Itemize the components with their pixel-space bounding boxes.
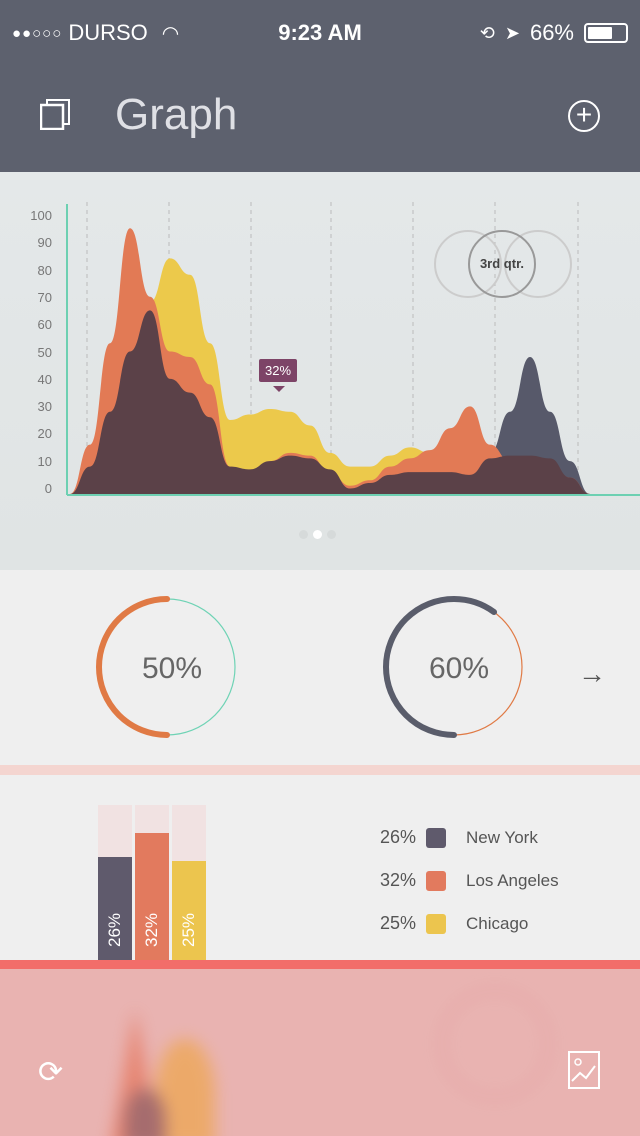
legend-swatch — [426, 827, 446, 848]
bar-label: 32% — [142, 912, 161, 947]
legend-value: 32% — [380, 870, 417, 890]
donut-section: 50% 60% → — [0, 570, 640, 765]
area-chart-section: 100 90 80 70 60 50 40 30 20 10 0 32% 3rd qtr. — [0, 172, 640, 570]
donut-value-2: 60% — [428, 652, 490, 685]
accent-divider — [0, 960, 640, 969]
legend-item: 25% Chicago — [380, 913, 528, 934]
bar-2: 25% — [172, 860, 206, 960]
legend-item: 26% New York — [380, 827, 538, 848]
legend-swatch — [426, 870, 446, 891]
quarter-selector[interactable]: 3rd qtr. — [434, 230, 574, 298]
signal-icon: ●●○○○ — [12, 24, 63, 42]
footer: ⟳ — [0, 969, 640, 1136]
image-chart-icon[interactable] — [568, 1051, 600, 1089]
bar-1: 32% — [135, 833, 169, 960]
page-dot-active[interactable] — [313, 530, 322, 539]
clock: 9:23 AM — [278, 20, 362, 45]
refresh-icon[interactable]: ⟳ — [38, 1055, 63, 1090]
divider — [0, 765, 640, 775]
chart-tooltip: 32% — [259, 359, 298, 382]
bar-0: 26% — [98, 856, 132, 960]
donut-charts — [96, 596, 525, 738]
bar-section: 26% 32% 25% 26% New York 32% Los Angeles 25% Ch… — [0, 775, 640, 960]
location-icon: ➤ — [504, 22, 520, 43]
bar-label: 25% — [179, 912, 198, 947]
rotation-lock-icon: ⟲ — [479, 22, 495, 43]
battery-percent: 66% — [529, 20, 574, 45]
tooltip-pointer — [273, 386, 285, 392]
legend-item: 32% Los Angeles — [380, 870, 559, 891]
status-bar: ●●○○○ DURSO ◠ 9:23 AM ⟲ ➤ 66% — [12, 18, 628, 48]
next-arrow-icon[interactable]: → — [578, 658, 606, 690]
legend-swatch — [426, 913, 446, 934]
blurred-chart-preview — [0, 969, 640, 1136]
legend-city: New York — [466, 827, 538, 847]
page-title: Graph — [115, 90, 238, 139]
battery-icon — [584, 23, 628, 43]
top-bar: ●●○○○ DURSO ◠ 9:23 AM ⟲ ➤ 66% Graph + — [0, 0, 640, 172]
legend-value: 26% — [380, 827, 417, 847]
legend-value: 25% — [380, 913, 417, 933]
legend-city: Chicago — [466, 913, 529, 933]
wifi-icon: ◠ — [161, 22, 180, 45]
page-dot[interactable] — [299, 530, 308, 539]
carrier: DURSO — [68, 20, 148, 45]
quarter-label: 3rd qtr. — [468, 230, 536, 298]
donut-value-1: 50% — [141, 652, 203, 685]
page-dot[interactable] — [327, 530, 336, 539]
legend-city: Los Angeles — [466, 870, 559, 890]
pages-icon[interactable] — [40, 98, 70, 130]
bar-label: 26% — [105, 912, 124, 947]
add-button[interactable]: + — [568, 100, 600, 132]
page-indicator[interactable] — [299, 530, 336, 539]
